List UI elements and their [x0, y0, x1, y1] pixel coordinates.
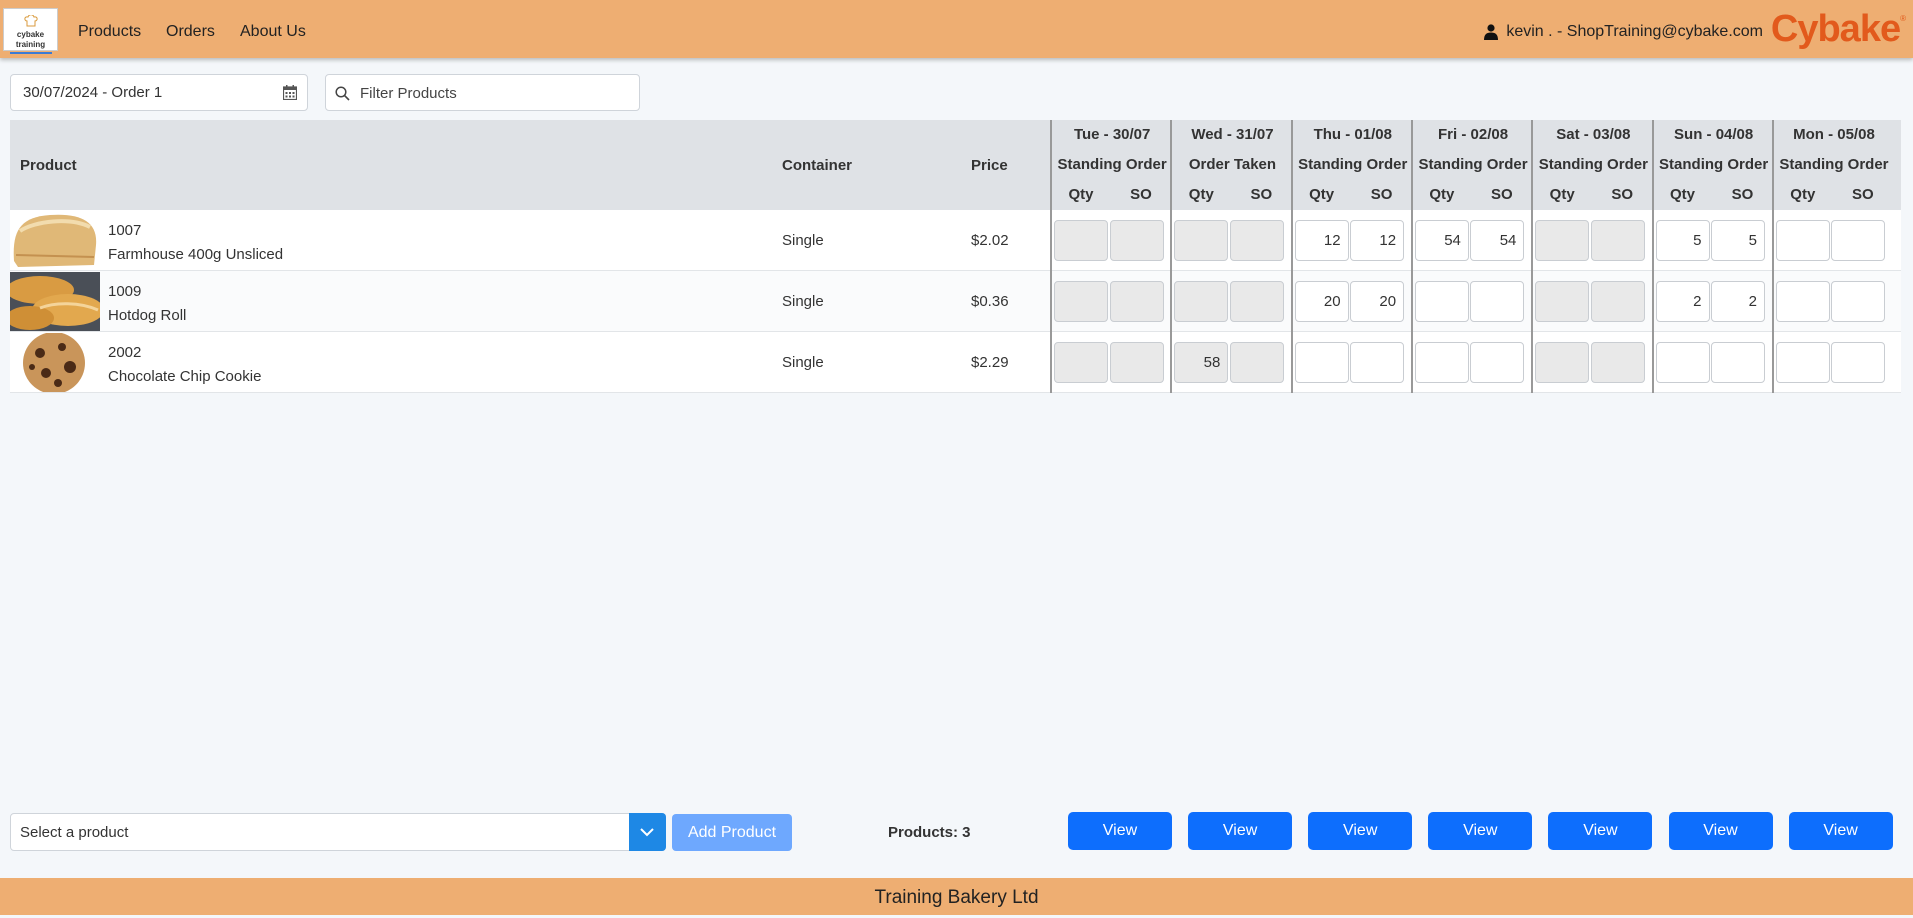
day-column: Wed - 31/07 Order Taken Qty SO	[1170, 120, 1290, 393]
company-logo[interactable]: cybake training	[3, 8, 58, 54]
cybake-logo: Cybake®	[1770, 8, 1906, 51]
day-column: Tue - 30/07 Standing Order Qty SO	[1050, 120, 1170, 393]
order-grid: Product Container Price 1007 Farmhouse 40…	[10, 120, 1901, 393]
so-header: SO	[1370, 186, 1393, 203]
day-date: Fri - 02/08	[1438, 126, 1509, 143]
day-column: Thu - 01/08 Standing Order Qty SO	[1290, 120, 1411, 393]
products-count: Products: 3	[888, 824, 971, 841]
nav-products[interactable]: Products	[78, 23, 141, 41]
add-product-button[interactable]: Add Product	[672, 814, 792, 851]
header-product: Product	[20, 157, 77, 174]
view-day-button[interactable]: View	[1668, 812, 1773, 850]
qty-header: Qty	[1188, 186, 1214, 203]
product-image	[10, 272, 100, 331]
day-column: Sat - 03/08 Standing Order Qty SO	[1531, 120, 1651, 393]
footer-text: Training Bakery Ltd	[874, 887, 1039, 908]
day-status: Order Taken	[1188, 156, 1277, 173]
product-name: Hotdog Roll	[108, 307, 187, 324]
day-status: Standing Order	[1418, 156, 1528, 173]
search-icon	[335, 86, 350, 101]
view-day-button[interactable]: View	[1788, 812, 1893, 850]
so-header: SO	[1611, 186, 1634, 203]
day-status: Standing Order	[1659, 156, 1769, 173]
product-container: Single	[782, 354, 824, 371]
product-code: 2002	[108, 344, 142, 361]
product-select[interactable]: Select a product	[10, 813, 666, 851]
qty-header: Qty	[1309, 186, 1335, 203]
bread-loaf-image	[10, 211, 100, 270]
chevron-down-icon	[640, 828, 654, 837]
chef-hat-icon	[23, 15, 38, 27]
product-container: Single	[782, 232, 824, 249]
so-header: SO	[1491, 186, 1513, 203]
filter-products-field[interactable]	[325, 74, 640, 111]
day-status: Standing Order	[1538, 156, 1648, 173]
footer: Training Bakery Ltd	[0, 878, 1913, 915]
brand-registered-mark: ®	[1900, 14, 1906, 23]
product-code: 1009	[108, 283, 142, 300]
cookie-image	[10, 333, 100, 392]
user-icon	[1484, 24, 1499, 40]
day-status: Standing Order	[1779, 156, 1889, 173]
day-date: Sat - 03/08	[1556, 126, 1631, 143]
top-navbar: cybake training Products Orders About Us…	[0, 0, 1913, 58]
brand-text: Cybake	[1770, 8, 1901, 50]
so-header: SO	[1851, 186, 1874, 203]
filter-products-input[interactable]	[358, 81, 628, 105]
day-column: Fri - 02/08 Standing Order Qty SO	[1410, 120, 1531, 393]
product-select-placeholder: Select a product	[20, 824, 129, 841]
day-date: Thu - 01/08	[1313, 126, 1392, 143]
qty-header: Qty	[1549, 186, 1575, 203]
view-day-button[interactable]: View	[1068, 812, 1172, 850]
product-image	[10, 211, 100, 270]
product-name: Farmhouse 400g Unsliced	[108, 246, 284, 263]
nav-orders[interactable]: Orders	[166, 23, 215, 41]
order-date-value: 30/07/2024 - Order 1	[23, 84, 163, 101]
product-code: 1007	[108, 222, 142, 239]
logo-text: cybake training	[15, 30, 46, 49]
hotdog-rolls-image	[10, 272, 100, 331]
qty-header: Qty	[1669, 186, 1695, 203]
nav-about-us[interactable]: About Us	[240, 23, 306, 41]
header-container: Container	[782, 157, 853, 174]
logo-underline	[9, 52, 52, 54]
view-day-button[interactable]: View	[1188, 812, 1293, 850]
day-status: Standing Order	[1057, 156, 1167, 173]
qty-header: Qty	[1429, 186, 1455, 203]
product-price: $2.02	[971, 232, 1009, 249]
product-container: Single	[782, 293, 824, 310]
so-header: SO	[1731, 186, 1754, 203]
qty-header: Qty	[1790, 186, 1816, 203]
product-price: $2.29	[971, 354, 1009, 371]
view-day-button[interactable]: View	[1548, 812, 1653, 850]
day-date: Mon - 05/08	[1793, 126, 1875, 143]
day-status: Standing Order	[1298, 156, 1408, 173]
view-day-button[interactable]: View	[1428, 812, 1533, 850]
header-price: Price	[971, 157, 1008, 174]
qty-header: Qty	[1068, 186, 1094, 203]
product-name: Chocolate Chip Cookie	[108, 368, 262, 385]
view-day-button[interactable]: View	[1308, 812, 1413, 850]
order-date-picker[interactable]: 30/07/2024 - Order 1	[10, 74, 308, 111]
day-column: Sun - 04/08 Standing Order Qty SO	[1651, 120, 1772, 393]
product-select-dropdown[interactable]	[629, 813, 666, 851]
day-column: Mon - 05/08 Standing Order Qty SO	[1771, 120, 1892, 393]
product-price: $0.36	[971, 293, 1009, 310]
day-date: Tue - 30/07	[1073, 126, 1151, 143]
day-date: Wed - 31/07	[1191, 126, 1274, 143]
day-date: Sun - 04/08	[1674, 126, 1754, 143]
so-header: SO	[1250, 186, 1273, 203]
so-header: SO	[1130, 186, 1152, 203]
calendar-icon[interactable]	[283, 85, 297, 100]
user-menu[interactable]: kevin . - ShopTraining@cybake.com	[1484, 23, 1763, 41]
user-email: kevin . - ShopTraining@cybake.com	[1506, 23, 1763, 40]
product-image	[10, 333, 100, 392]
